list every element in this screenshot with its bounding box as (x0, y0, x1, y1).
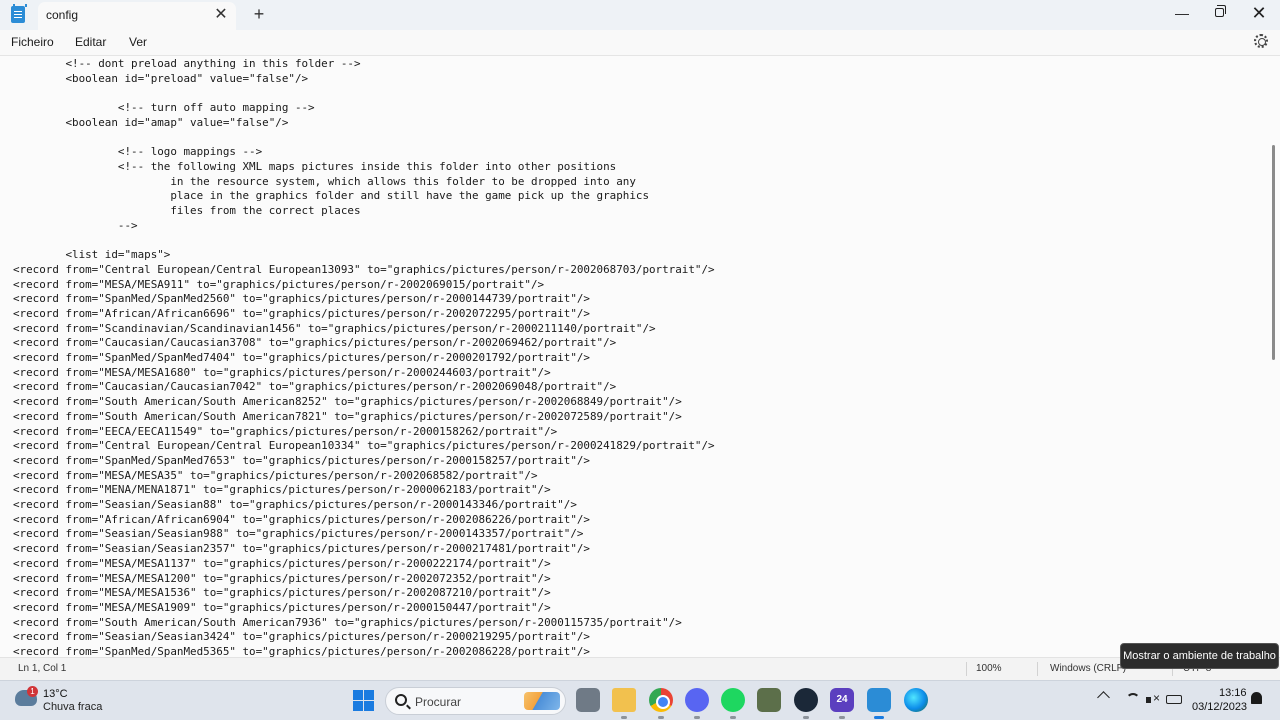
clock-time[interactable]: 13:16 (1219, 687, 1247, 699)
editor-line: files from the correct places (13, 204, 361, 217)
notification-bell-icon[interactable] (1251, 692, 1262, 704)
new-tab-button[interactable]: + (250, 5, 268, 23)
editor-line: <record from="South American/South Ameri… (13, 409, 682, 423)
editor-line: <record from="SpanMed/SpanMed5365" to="g… (13, 645, 590, 657)
editor-line: <record from="SpanMed/SpanMed7653" to="g… (13, 453, 590, 467)
menu-bar: Ficheiro Editar Ver (0, 30, 1280, 55)
search-highlight-art (524, 692, 560, 710)
editor-line: <boolean id="amap" value="false"/> (13, 115, 289, 129)
editor-line: <!-- the following XML maps pictures ins… (13, 159, 617, 173)
editor-line: <record from="MESA/MESA911" to="graphics… (13, 277, 545, 291)
menu-view[interactable]: Ver (129, 35, 147, 49)
editor-line: <record from="MENA/MENA1871" to="graphic… (13, 483, 551, 497)
editor-line: <record from="Seasian/Seasian988" to="gr… (13, 527, 584, 541)
editor-line: in the resource system, which allows thi… (13, 174, 636, 188)
editor-line: <record from="African/African6696" to="g… (13, 306, 590, 320)
editor-line: place in the graphics folder and still h… (13, 189, 650, 203)
editor-line: <record from="South American/South Ameri… (13, 395, 682, 409)
editor-line: <!-- logo mappings --> (13, 145, 263, 159)
spotify-icon[interactable] (721, 688, 745, 719)
minimize-button[interactable]: — (1162, 0, 1202, 30)
edge-icon[interactable] (904, 688, 928, 712)
app-24-icon[interactable]: 24 (830, 688, 854, 719)
title-bar: config ✕ + — ✕ (0, 0, 1280, 30)
tray-overflow-chevron-icon[interactable] (1097, 691, 1110, 704)
editor-line: <record from="Central European/Central E… (13, 262, 715, 276)
status-divider (1037, 662, 1038, 676)
settings-gear-icon[interactable] (1254, 34, 1268, 48)
notepad-taskbar-icon[interactable] (867, 688, 891, 719)
editor-line: <record from="MESA/MESA1680" to="graphic… (13, 365, 551, 379)
notepad-icon (11, 4, 27, 23)
editor-line: <record from="Caucasian/Caucasian3708" t… (13, 336, 617, 350)
editor-line: <record from="MESA/MESA1137" to="graphic… (13, 556, 551, 570)
chrome-icon[interactable] (649, 688, 673, 719)
start-windows-icon[interactable] (353, 690, 374, 711)
menu-file[interactable]: Ficheiro (11, 35, 54, 49)
editor-line: <record from="MESA/MESA1909" to="graphic… (13, 600, 551, 614)
editor-line: <list id="maps"> (13, 248, 171, 262)
close-button[interactable]: ✕ (1239, 0, 1279, 30)
taskbar-search[interactable]: Procurar (385, 687, 566, 715)
menu-edit[interactable]: Editar (75, 35, 106, 49)
editor-line: <record from="Caucasian/Caucasian7042" t… (13, 380, 617, 394)
vertical-scrollbar[interactable] (1272, 145, 1275, 360)
editor-line: --> (13, 218, 138, 232)
avatar-app-icon[interactable] (757, 688, 781, 712)
status-bar: Ln 1, Col 1 100% Windows (CRLF) UTF-8 (0, 657, 1280, 680)
weather-temperature[interactable]: 13°C (43, 688, 68, 700)
editor-line: <!-- turn off auto mapping --> (13, 101, 315, 115)
clock-date[interactable]: 03/12/2023 (1192, 701, 1247, 713)
editor-line: <record from="EECA/EECA11549" to="graphi… (13, 424, 558, 438)
volume-muted-icon[interactable] (1146, 691, 1160, 707)
editor-line: <record from="MESA/MESA35" to="graphics/… (13, 468, 538, 482)
text-editor[interactable]: <!-- dont preload anything in this folde… (0, 55, 1280, 657)
zoom-level[interactable]: 100% (976, 663, 1002, 674)
cursor-position: Ln 1, Col 1 (18, 663, 67, 674)
editor-line: <record from="MESA/MESA1536" to="graphic… (13, 586, 551, 600)
wifi-icon[interactable] (1126, 693, 1140, 707)
editor-line: <record from="Seasian/Seasian88" to="gra… (13, 498, 577, 511)
restore-icon (1215, 5, 1226, 17)
editor-line: <record from="African/African6904" to="g… (13, 512, 590, 526)
weather-description[interactable]: Chuva fraca (43, 701, 102, 713)
taskbar: 1 13°C Chuva fraca Procurar 24 13:16 03/… (0, 680, 1280, 720)
search-icon (395, 694, 407, 706)
task-view-icon[interactable] (576, 688, 600, 712)
editor-line: <record from="Seasian/Seasian2357" to="g… (13, 542, 590, 556)
tab-close-icon[interactable]: ✕ (212, 6, 230, 24)
editor-line: <record from="SpanMed/SpanMed7404" to="g… (13, 351, 590, 364)
show-desktop-tooltip: Mostrar o ambiente de trabalho (1120, 643, 1279, 669)
restore-button[interactable] (1200, 0, 1240, 30)
editor-line: <record from="Seasian/Seasian3424" to="g… (13, 630, 590, 644)
status-divider (966, 662, 967, 676)
weather-badge: 1 (27, 686, 38, 697)
file-explorer-icon[interactable] (612, 688, 636, 719)
editor-line: <record from="South American/South Ameri… (13, 615, 682, 629)
tab-config[interactable]: config ✕ (38, 2, 236, 30)
editor-line: <!-- dont preload anything in this folde… (13, 57, 361, 70)
editor-line: <boolean id="preload" value="false"/> (13, 71, 309, 85)
editor-line: <record from="MESA/MESA1200" to="graphic… (13, 571, 551, 585)
line-endings[interactable]: Windows (CRLF) (1050, 663, 1126, 674)
tab-label: config (46, 8, 79, 22)
editor-line: <record from="SpanMed/SpanMed2560" to="g… (13, 292, 590, 306)
battery-icon[interactable] (1166, 695, 1182, 704)
discord-icon[interactable] (685, 688, 709, 719)
steam-icon[interactable] (794, 688, 818, 719)
editor-line: <record from="Central European/Central E… (13, 439, 715, 453)
search-placeholder: Procurar (415, 695, 462, 709)
editor-line: <record from="Scandinavian/Scandinavian1… (13, 321, 656, 335)
